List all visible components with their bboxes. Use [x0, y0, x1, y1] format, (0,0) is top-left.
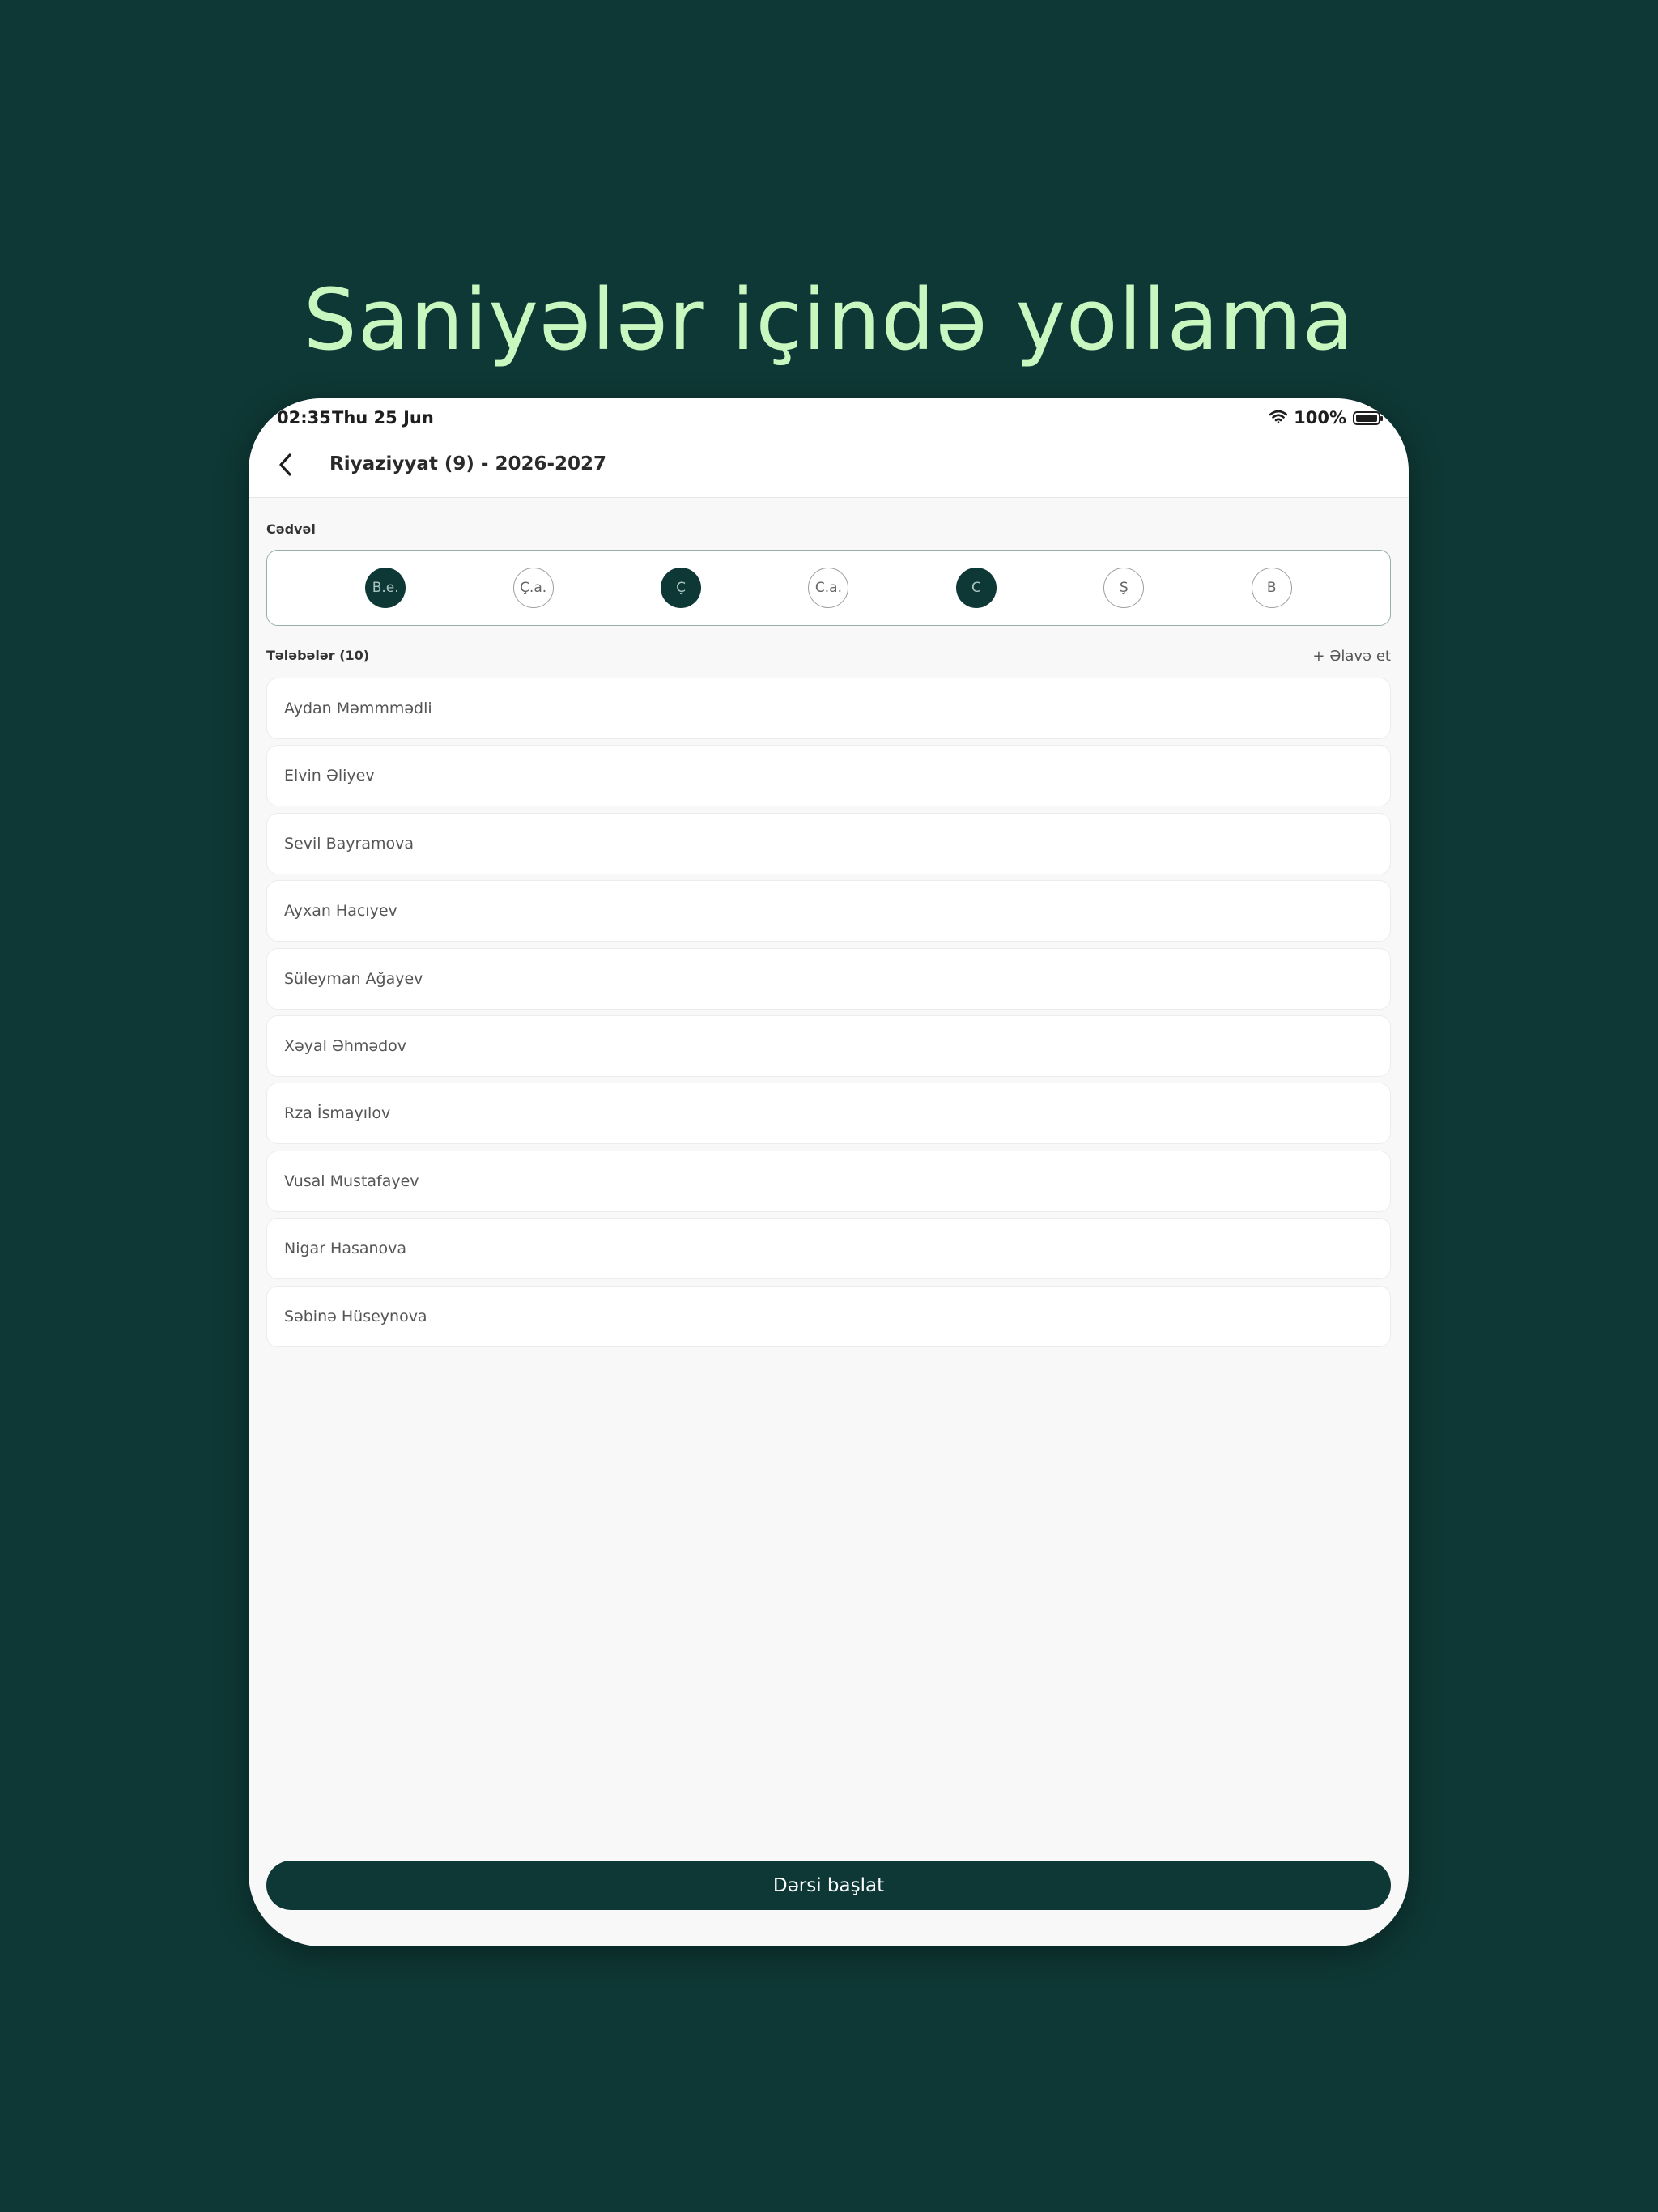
day-label: B.e. [372, 580, 399, 596]
student-name: Sevil Bayramova [284, 834, 414, 853]
student-name: Elvin Əliyev [284, 767, 375, 785]
student-name: Ayxan Hacıyev [284, 902, 397, 921]
wifi-icon [1269, 410, 1288, 427]
student-row[interactable]: Vusal Mustafayev [266, 1150, 1391, 1212]
student-row[interactable]: Xəyal Əhmədov [266, 1015, 1391, 1077]
device-frame: 02:35 Thu 25 Jun 100% Riyaziyyat (9) - 2… [249, 398, 1409, 1946]
day-toggle[interactable]: Ç.a. [512, 568, 554, 608]
headline: Saniyələr içində yollama [303, 270, 1355, 369]
student-row[interactable]: Sevil Bayramova [266, 812, 1391, 874]
student-name: Nigar Hasanova [284, 1240, 407, 1258]
day-toggle[interactable]: C.a. [808, 568, 849, 608]
student-row[interactable]: Süleyman Ağayev [266, 947, 1391, 1010]
day-toggle[interactable]: B [1251, 568, 1292, 608]
day-toggle[interactable]: B.e. [365, 568, 406, 608]
day-label: C [971, 580, 981, 596]
back-button[interactable] [266, 447, 305, 486]
day-toggle[interactable]: C [955, 568, 997, 608]
day-toggle[interactable]: Ç [661, 568, 702, 608]
day-toggle[interactable]: Ş [1103, 568, 1145, 608]
add-student-button[interactable]: + Əlavə et [1312, 648, 1391, 665]
student-row[interactable]: Nigar Hasanova [266, 1218, 1391, 1280]
student-name: Xəyal Əhmədov [284, 1036, 407, 1055]
student-list: Aydan Məmmmədli Elvin Əliyev Sevil Bayra… [266, 678, 1391, 1353]
student-name: Səbinə Hüseynova [284, 1307, 427, 1325]
day-label: Ş [1119, 580, 1129, 596]
student-row[interactable]: Ayxan Hacıyev [266, 880, 1391, 942]
battery-icon [1353, 410, 1383, 425]
chevron-left-icon [278, 453, 294, 480]
student-row[interactable]: Rza İsmayılov [266, 1083, 1391, 1145]
page-title: Riyaziyyat (9) - 2026-2027 [329, 453, 607, 474]
nav-bar: Riyaziyyat (9) - 2026-2027 [249, 436, 1409, 498]
status-indicators: 100% [1269, 408, 1383, 428]
status-time: 02:35 [277, 408, 331, 428]
student-row[interactable]: Elvin Əliyev [266, 745, 1391, 807]
start-lesson-button[interactable]: Dərsi başlat [266, 1861, 1391, 1910]
student-row[interactable]: Səbinə Hüseynova [266, 1285, 1391, 1347]
day-label: B [1266, 580, 1277, 596]
schedule-day-picker: B.e. Ç.a. Ç C.a. C Ş B [266, 550, 1391, 626]
day-label: C.a. [814, 580, 843, 596]
status-date: Thu 25 Jun [332, 408, 434, 428]
student-name: Vusal Mustafayev [284, 1172, 419, 1190]
student-name: Süleyman Ağayev [284, 969, 423, 988]
day-label: Ç.a. [520, 580, 547, 596]
students-label: Tələbələr (10) [266, 648, 370, 663]
status-bar: 02:35 Thu 25 Jun 100% [249, 398, 1409, 436]
battery-percentage: 100% [1294, 408, 1346, 428]
day-label: Ç [676, 580, 686, 596]
student-name: Aydan Məmmmədli [284, 700, 432, 717]
student-name: Rza İsmayılov [284, 1104, 391, 1123]
schedule-label: Cədvəl [266, 521, 316, 537]
student-row[interactable]: Aydan Məmmmədli [266, 678, 1391, 739]
